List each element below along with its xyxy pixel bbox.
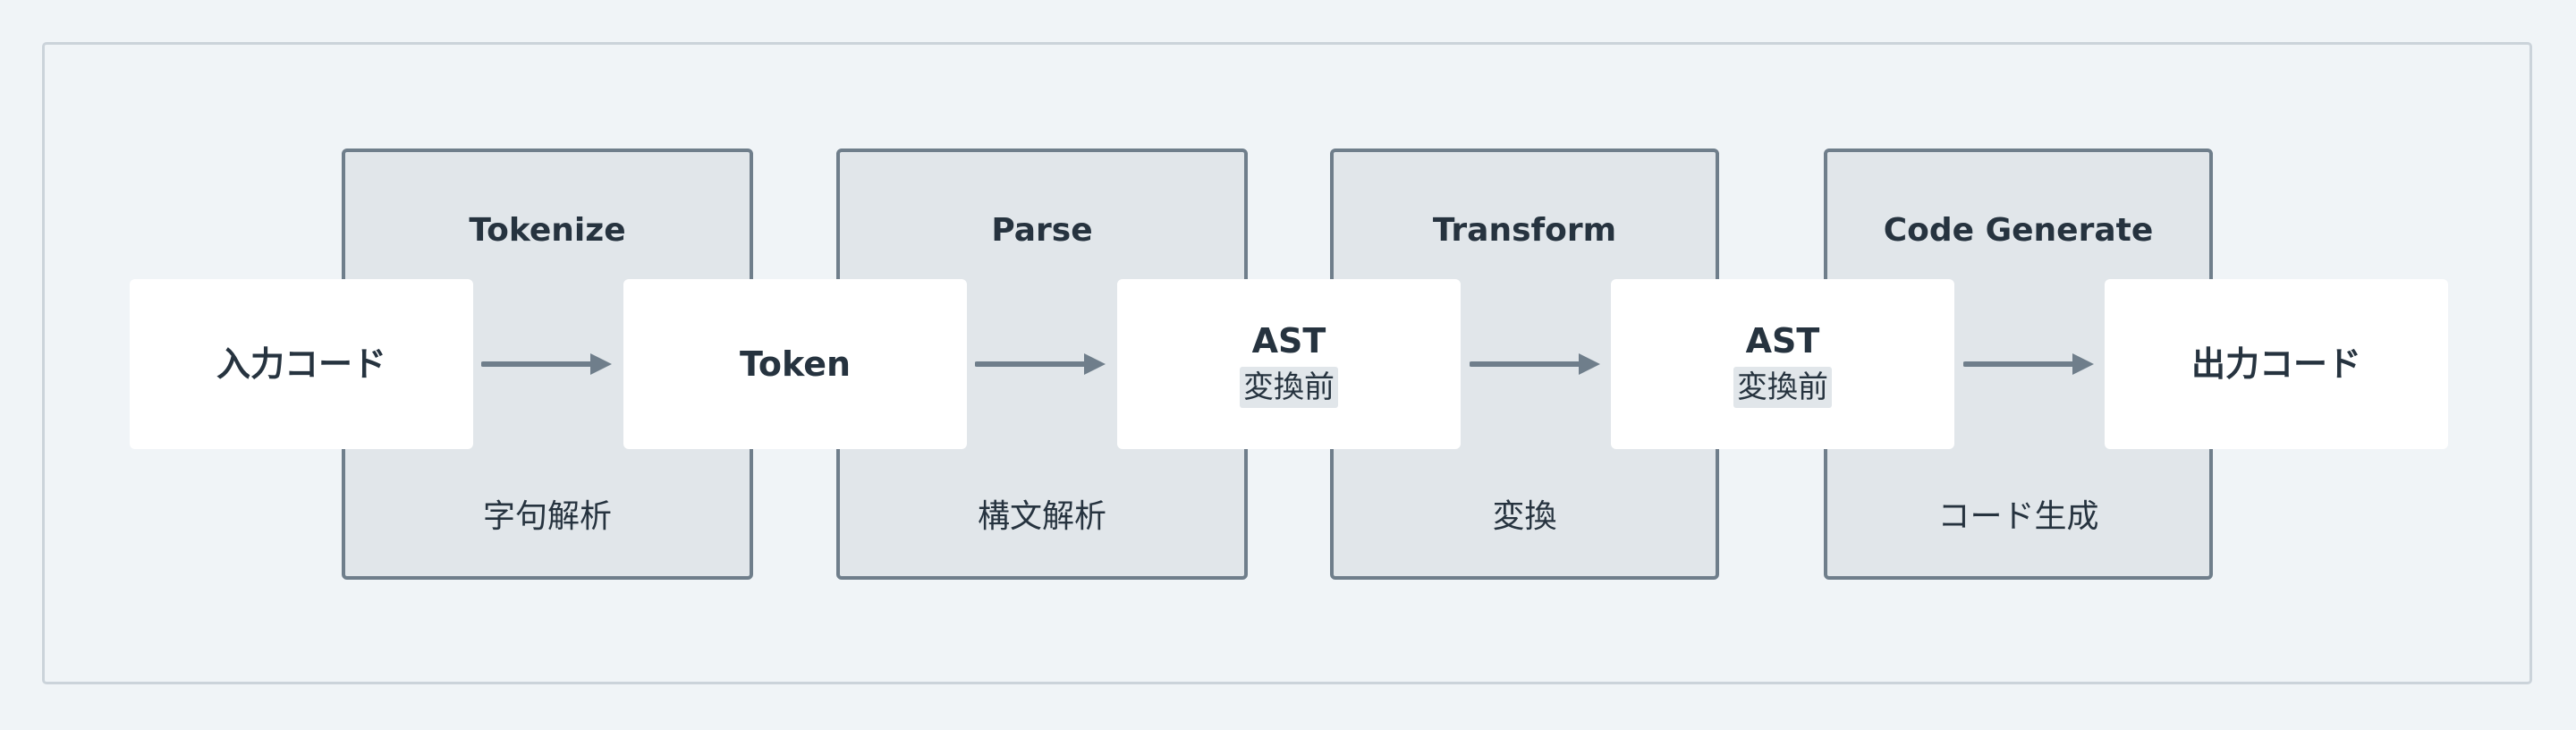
- node-sublabel: 変換前: [1733, 367, 1832, 408]
- stage-title: Parse: [991, 212, 1093, 249]
- node-input-code: 入力コード: [130, 279, 473, 449]
- arrow-right-icon: [481, 353, 612, 375]
- node-label: AST: [1745, 321, 1820, 361]
- stage-title: Code Generate: [1883, 212, 2154, 249]
- node-output-code: 出力コード: [2105, 279, 2448, 449]
- stage-title: Tokenize: [469, 212, 626, 249]
- node-label: 出力コード: [2190, 344, 2361, 384]
- node-ast-before: AST 変換前: [1117, 279, 1461, 449]
- stage-description: コード生成: [1937, 498, 2099, 535]
- stage-description: 変換: [1492, 498, 1557, 535]
- arrow-right-icon: [975, 353, 1106, 375]
- arrow-right-icon: [1963, 353, 2094, 375]
- node-sublabel: 変換前: [1240, 367, 1338, 408]
- arrow-right-icon: [1470, 353, 1600, 375]
- node-label: Token: [739, 344, 852, 384]
- stage-description: 字句解析: [482, 498, 612, 535]
- node-label: AST: [1251, 321, 1326, 361]
- stage-title: Transform: [1432, 212, 1617, 249]
- node-token: Token: [623, 279, 967, 449]
- node-ast-after: AST 変換前: [1611, 279, 1954, 449]
- stage-description: 構文解析: [977, 498, 1106, 535]
- node-label: 入力コード: [216, 344, 386, 384]
